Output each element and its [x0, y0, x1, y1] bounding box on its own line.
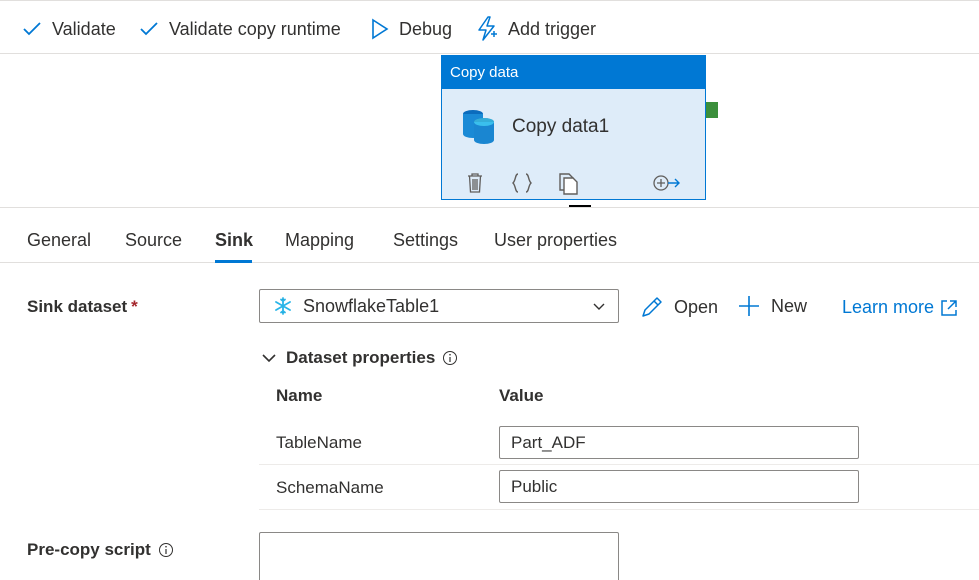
copy-icon[interactable] — [557, 168, 579, 198]
add-trigger-button[interactable]: Add trigger — [476, 15, 596, 43]
tablename-input[interactable]: Part_ADF — [499, 426, 859, 459]
new-label: New — [771, 295, 808, 316]
checkmark-icon — [140, 22, 158, 36]
toolbar: Validate Validate copy runtime Debug Add… — [0, 0, 979, 54]
activity-actions — [442, 168, 705, 198]
tab-settings[interactable]: Settings — [393, 230, 458, 262]
tab-mapping[interactable]: Mapping — [285, 230, 354, 262]
row-divider — [259, 464, 979, 465]
active-tab-indicator — [215, 260, 252, 263]
info-icon[interactable] — [158, 542, 174, 558]
validate-copy-runtime-button[interactable]: Validate copy runtime — [139, 15, 341, 43]
chevron-down-icon — [262, 354, 276, 363]
value-column-header: Value — [499, 386, 544, 405]
learn-more-label: Learn more — [842, 297, 935, 317]
success-output-port[interactable] — [706, 102, 718, 118]
dataset-properties-toggle[interactable]: Dataset properties — [261, 348, 458, 368]
learn-more-link[interactable]: Learn more — [842, 297, 958, 318]
plus-icon — [739, 296, 759, 316]
snowflake-icon — [275, 297, 291, 315]
pencil-icon — [642, 297, 662, 317]
pre-copy-script-label-text: Pre-copy script — [27, 540, 151, 559]
checkmark-icon — [23, 22, 41, 36]
activity-body: Copy data1 — [460, 108, 609, 146]
sink-dataset-label: Sink dataset * — [27, 297, 138, 317]
activity-name: Copy data1 — [512, 116, 610, 137]
schemaname-input[interactable]: Public — [499, 470, 859, 503]
chevron-down-icon — [593, 303, 605, 310]
open-label: Open — [674, 296, 719, 317]
debug-button[interactable]: Debug — [371, 15, 452, 43]
property-name-tablename: TableName — [276, 433, 362, 452]
external-link-icon — [941, 299, 957, 316]
activity-header: Copy data — [442, 56, 705, 89]
database-icon — [463, 110, 494, 144]
add-trigger-label: Add trigger — [508, 18, 597, 39]
properties-tabs: General Source Sink Mapping Settings Use… — [0, 207, 979, 263]
pre-copy-script-label: Pre-copy script — [27, 540, 174, 560]
debug-label: Debug — [399, 18, 453, 39]
play-icon — [372, 18, 389, 40]
delete-icon[interactable] — [466, 168, 484, 198]
pipeline-canvas[interactable]: Copy data Copy data1 — [0, 55, 979, 207]
validate-label: Validate — [52, 18, 116, 39]
pre-copy-script-input[interactable] — [259, 532, 619, 580]
tab-sink[interactable]: Sink — [215, 230, 253, 262]
lightning-icon — [478, 16, 497, 41]
sink-dataset-select[interactable]: SnowflakeTable1 — [259, 289, 619, 323]
validate-copy-runtime-label: Validate copy runtime — [169, 18, 341, 39]
tab-general[interactable]: General — [27, 230, 91, 262]
tab-source[interactable]: Source — [125, 230, 182, 262]
info-icon[interactable] — [442, 350, 458, 366]
tab-user-properties[interactable]: User properties — [494, 230, 617, 262]
row-divider — [259, 509, 979, 510]
required-mark: * — [131, 297, 138, 316]
add-output-icon[interactable] — [651, 168, 681, 198]
sink-dataset-value: SnowflakeTable1 — [303, 295, 440, 316]
name-column-header: Name — [276, 386, 323, 405]
sink-dataset-label-text: Sink dataset — [27, 297, 128, 316]
open-dataset-button[interactable]: Open — [640, 295, 718, 319]
copy-data-activity[interactable]: Copy data Copy data1 — [441, 55, 706, 200]
code-icon[interactable] — [511, 168, 533, 198]
new-dataset-button[interactable]: New — [738, 295, 807, 317]
validate-button[interactable]: Validate — [22, 15, 116, 43]
property-name-schemaname: SchemaName — [276, 478, 384, 497]
dataset-properties-title: Dataset properties — [286, 348, 436, 367]
